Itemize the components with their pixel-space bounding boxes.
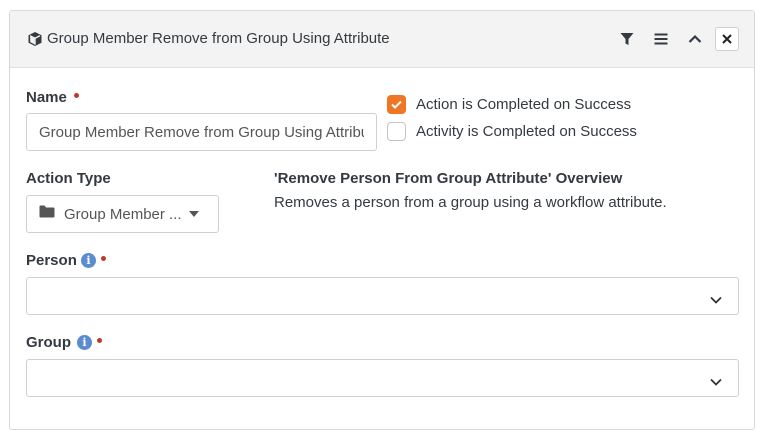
- caret-down-icon: [188, 211, 199, 217]
- required-indicator: [97, 338, 102, 343]
- panel-header: Group Member Remove from Group Using Att…: [10, 11, 754, 68]
- group-label: Group: [26, 334, 71, 351]
- info-icon[interactable]: i: [77, 335, 92, 350]
- chevron-down-icon: [710, 373, 722, 391]
- filter-icon[interactable]: [616, 28, 638, 50]
- close-icon: [722, 34, 732, 44]
- name-label: Name: [26, 89, 67, 106]
- action-completed-checkbox[interactable]: [387, 94, 406, 114]
- activity-completed-checkbox[interactable]: [387, 121, 406, 141]
- overview-description: Removes a person from a group using a wo…: [274, 194, 667, 211]
- check-icon: [391, 100, 402, 109]
- person-select[interactable]: [26, 277, 739, 315]
- info-icon[interactable]: i: [81, 253, 96, 268]
- action-type-label: Action Type: [26, 170, 111, 187]
- name-input[interactable]: [26, 113, 377, 151]
- action-type-dropdown[interactable]: Group Member ...: [26, 195, 219, 233]
- required-indicator: [74, 93, 79, 98]
- group-select[interactable]: [26, 359, 739, 397]
- chevron-down-icon: [710, 291, 722, 309]
- panel-title: Group Member Remove from Group Using Att…: [47, 30, 390, 47]
- activity-completed-checkbox-row[interactable]: Activity is Completed on Success: [387, 121, 637, 141]
- chevron-up-icon[interactable]: [684, 28, 706, 50]
- action-completed-checkbox-row[interactable]: Action is Completed on Success: [387, 94, 631, 114]
- folder-icon: [39, 205, 55, 223]
- overview-title: 'Remove Person From Group Attribute' Ove…: [274, 170, 623, 187]
- person-label: Person: [26, 252, 77, 269]
- close-button[interactable]: [715, 27, 739, 51]
- menu-icon[interactable]: [650, 28, 672, 50]
- action-completed-label: Action is Completed on Success: [416, 95, 632, 113]
- activity-completed-label: Activity is Completed on Success: [416, 122, 637, 140]
- required-indicator: [101, 256, 106, 261]
- cube-icon: [27, 31, 43, 47]
- action-type-selected: Group Member ...: [64, 205, 182, 223]
